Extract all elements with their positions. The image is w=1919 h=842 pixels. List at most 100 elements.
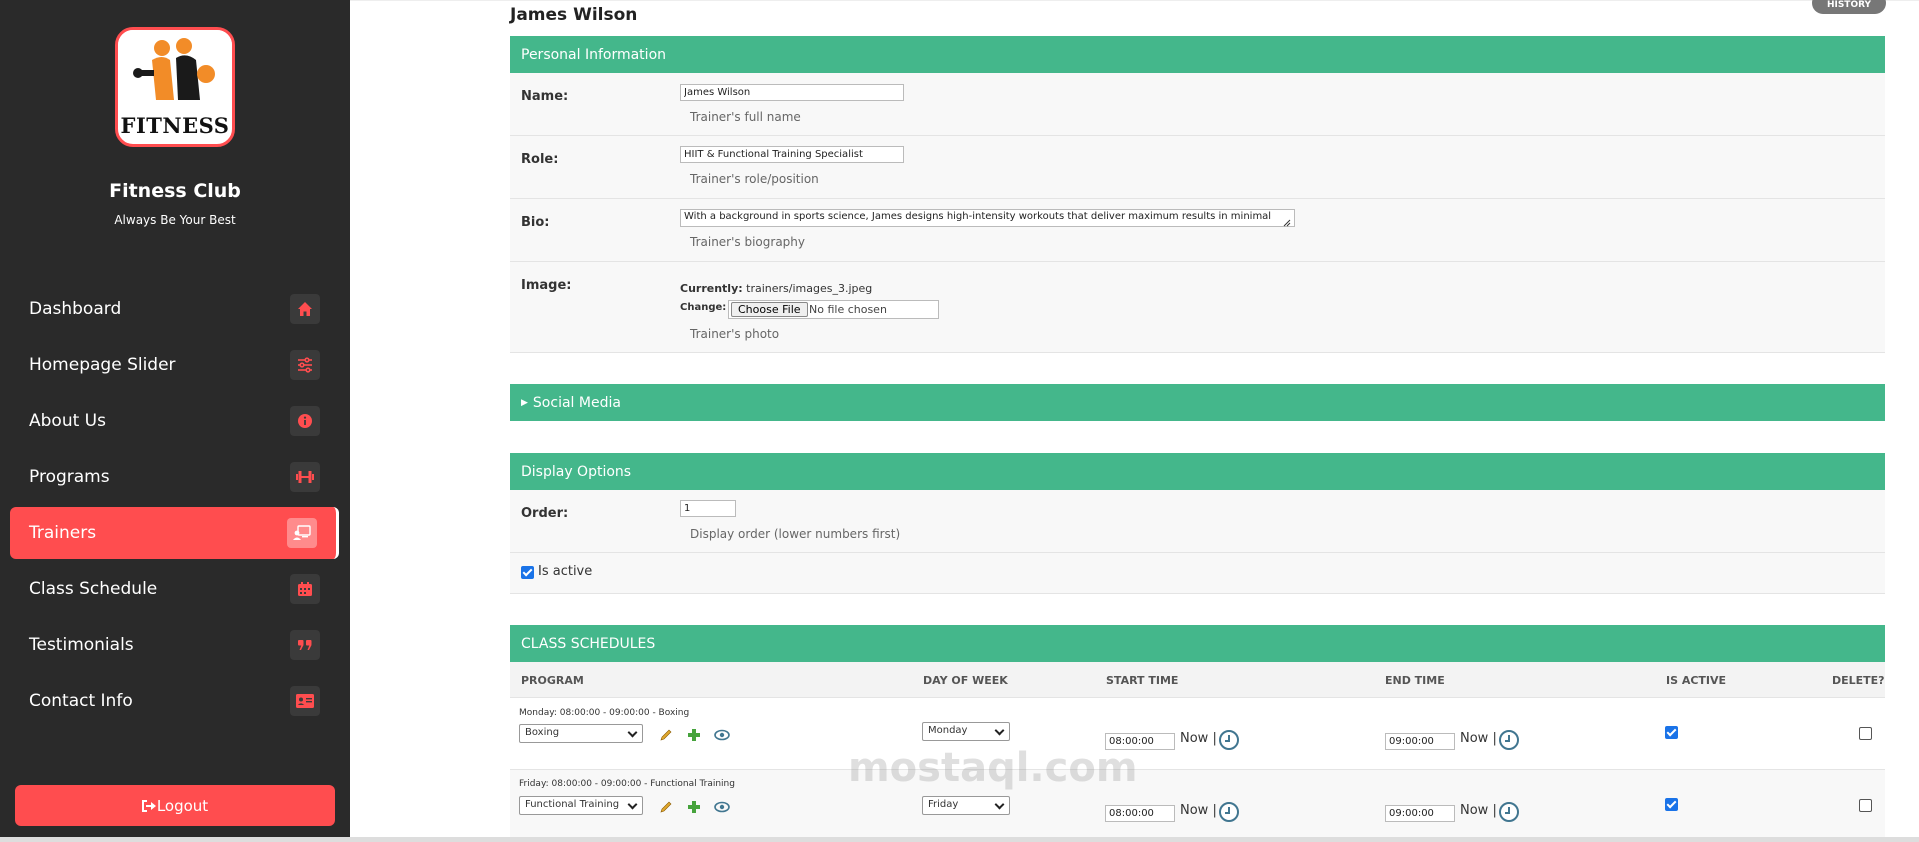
row-active-checkbox[interactable] — [1665, 726, 1678, 739]
role-input[interactable] — [680, 146, 904, 163]
column-header: DAY OF WEEK — [923, 674, 1008, 687]
change-label: Change: — [680, 302, 727, 313]
now-link[interactable]: Now | — [1460, 803, 1497, 818]
column-header: IS ACTIVE — [1666, 674, 1727, 687]
file-input[interactable]: Choose File No file chosen — [728, 300, 939, 319]
image-label: Image: — [521, 278, 572, 293]
eye-icon[interactable] — [714, 801, 730, 813]
column-header: START TIME — [1106, 674, 1179, 687]
nav-item-label: Programs — [29, 467, 110, 487]
nav-item-label: Testimonials — [29, 635, 134, 655]
nav-item-testimonials[interactable]: Testimonials — [10, 619, 339, 671]
nav-item-contact-info[interactable]: Contact Info — [10, 675, 339, 727]
social-media-toggle[interactable]: ▶ Social Media — [510, 384, 1885, 421]
triangle-right-icon: ▶ — [521, 397, 528, 408]
nav-item-homepage-slider[interactable]: Homepage Slider — [10, 339, 339, 391]
row-active-checkbox[interactable] — [1665, 798, 1678, 811]
pencil-icon[interactable] — [659, 800, 673, 814]
home-icon — [290, 294, 320, 324]
eye-icon[interactable] — [714, 729, 730, 741]
main-content: James Wilson HISTORY Personal Informatio… — [350, 0, 1919, 842]
display-options-header: Display Options — [510, 453, 1885, 490]
row-delete-checkbox[interactable] — [1859, 799, 1872, 812]
program-selected: Boxing — [525, 727, 560, 738]
clock-icon[interactable] — [1219, 802, 1239, 822]
table-header-row: PROGRAM DAY OF WEEK START TIME END TIME … — [510, 662, 1885, 698]
bottom-scrollbar — [0, 837, 1919, 842]
bio-help: Trainer's biography — [690, 235, 805, 249]
nav-item-dashboard[interactable]: Dashboard — [10, 283, 339, 335]
info-icon — [290, 406, 320, 436]
is-active-checkbox[interactable] — [521, 566, 534, 579]
row-delete-checkbox[interactable] — [1859, 727, 1872, 740]
calendar-icon — [290, 574, 320, 604]
class-schedules-table: PROGRAM DAY OF WEEK START TIME END TIME … — [510, 662, 1885, 842]
dumbbell-icon — [290, 462, 320, 492]
class-schedules-header: CLASS SCHEDULES — [510, 625, 1885, 662]
watermark: mostaql.com — [848, 745, 1138, 791]
day-selected: Monday — [928, 725, 968, 736]
nav-item-label: Class Schedule — [29, 579, 158, 599]
order-input[interactable] — [680, 500, 736, 517]
start-time-input[interactable] — [1105, 805, 1175, 822]
resize-handle-icon[interactable] — [1283, 219, 1291, 227]
section-title: Social Media — [532, 394, 621, 411]
section-title: Display Options — [521, 463, 632, 480]
end-time-input[interactable] — [1385, 805, 1455, 822]
role-label: Role: — [521, 152, 559, 167]
now-link[interactable]: Now | — [1180, 731, 1217, 746]
program-select[interactable]: Functional Training — [519, 796, 643, 815]
bio-textarea[interactable]: With a background in sports science, Jam… — [680, 209, 1295, 227]
column-header: END TIME — [1385, 674, 1445, 687]
now-link[interactable]: Now | — [1460, 731, 1497, 746]
display-options-fieldset: Order: Display order (lower numbers firs… — [510, 490, 1885, 594]
history-button[interactable]: HISTORY — [1812, 0, 1886, 14]
clock-icon[interactable] — [1219, 730, 1239, 750]
logout-icon — [141, 799, 156, 812]
sidebar: FITNESS Fitness Club Always Be Your Best… — [0, 0, 350, 842]
schedule-summary: Friday: 08:00:00 - 09:00:00 - Functional… — [519, 779, 735, 789]
section-title: Personal Information — [521, 46, 667, 63]
day-select[interactable]: Friday — [922, 796, 1010, 815]
nav-item-about-us[interactable]: About Us — [10, 395, 339, 447]
now-link[interactable]: Now | — [1180, 803, 1217, 818]
clock-icon[interactable] — [1499, 802, 1519, 822]
current-image: Currently: trainers/images_3.jpeg — [680, 282, 872, 295]
nav-item-label: Trainers — [29, 523, 97, 543]
personal-info-fieldset: Name: Trainer's full name Role: Trainer'… — [510, 73, 1885, 353]
day-selected: Friday — [928, 799, 959, 810]
fitness-logo: FITNESS — [115, 27, 235, 147]
nav-item-label: About Us — [29, 411, 106, 431]
nav-item-class-schedule[interactable]: Class Schedule — [10, 563, 339, 615]
bio-label: Bio: — [521, 215, 550, 230]
personal-info-header: Personal Information — [510, 36, 1885, 73]
page-title: James Wilson — [510, 5, 638, 25]
pencil-icon[interactable] — [659, 728, 673, 742]
no-file-text: No file chosen — [809, 303, 887, 316]
end-time-input[interactable] — [1385, 733, 1455, 750]
brand-subtitle: Always Be Your Best — [114, 213, 236, 227]
clock-icon[interactable] — [1499, 730, 1519, 750]
order-label: Order: — [521, 506, 569, 521]
order-help: Display order (lower numbers first) — [690, 527, 901, 541]
day-select[interactable]: Monday — [922, 722, 1010, 741]
is-active-row: Is active — [510, 553, 1885, 594]
logout-button[interactable]: Logout — [15, 785, 335, 826]
name-help: Trainer's full name — [690, 110, 801, 124]
nav-item-trainers[interactable]: Trainers — [10, 507, 339, 559]
program-select[interactable]: Boxing — [519, 724, 643, 743]
sliders-icon — [290, 350, 320, 380]
column-header: DELETE? — [1832, 674, 1885, 687]
id-card-icon — [290, 686, 320, 716]
add-icon[interactable] — [687, 800, 701, 814]
choose-file-button[interactable]: Choose File — [731, 302, 808, 317]
current-image-link[interactable]: trainers/images_3.jpeg — [746, 282, 872, 295]
name-input[interactable] — [680, 84, 904, 101]
nav-item-programs[interactable]: Programs — [10, 451, 339, 503]
table-row: Friday: 08:00:00 - 09:00:00 - Functional… — [510, 770, 1885, 842]
add-icon[interactable] — [687, 728, 701, 742]
logo-wordmark: FITNESS — [120, 113, 230, 138]
section-title: CLASS SCHEDULES — [521, 635, 656, 652]
role-help: Trainer's role/position — [690, 172, 819, 186]
schedule-summary: Monday: 08:00:00 - 09:00:00 - Boxing — [519, 708, 690, 718]
